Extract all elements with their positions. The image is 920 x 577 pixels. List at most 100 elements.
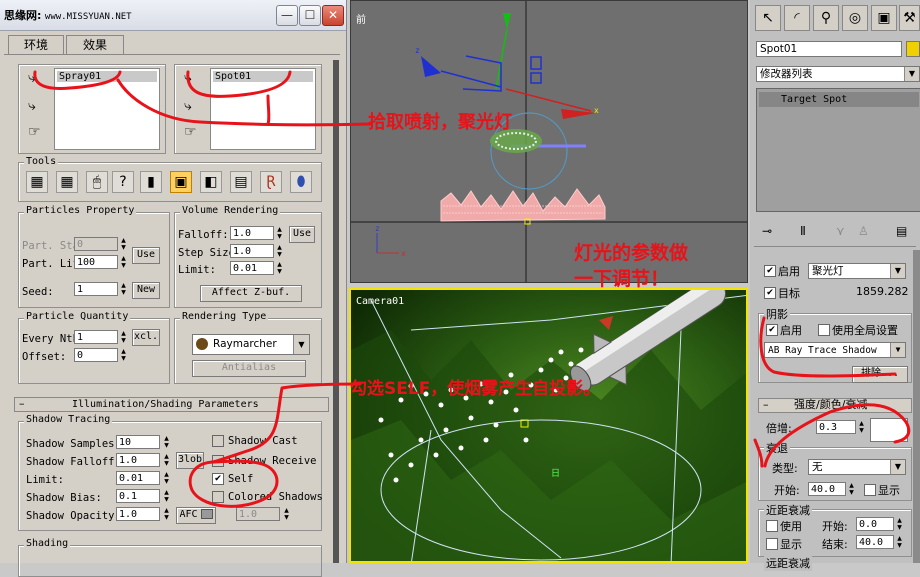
light-color-swatch[interactable] xyxy=(870,418,908,442)
use-falloff-button[interactable]: Use xyxy=(289,226,315,243)
list-item[interactable]: Spot01 xyxy=(213,71,313,82)
chevron-down-icon[interactable]: ▼ xyxy=(890,460,905,474)
shadow-type-dropdown[interactable]: AB Ray Trace Shadow ▼ xyxy=(764,342,906,358)
shadow-enable-checkbox[interactable]: ✔ xyxy=(766,324,778,336)
decay-type-dropdown[interactable]: 无 ▼ xyxy=(808,459,906,475)
step-size-input[interactable]: 1.0 xyxy=(230,244,274,258)
maximize-button[interactable]: ☐ xyxy=(299,5,321,26)
spinner[interactable]: ▲ ▼ xyxy=(162,507,171,521)
settings-icon[interactable]: ▤ xyxy=(230,171,252,193)
use-button[interactable]: Use xyxy=(132,247,160,264)
part-life-input[interactable]: 100 xyxy=(74,255,118,269)
shadow-limit-input[interactable]: 0.01 xyxy=(116,471,160,485)
frame-icon[interactable]: ◧ xyxy=(200,171,222,193)
pick-object-icon[interactable]: ⤷ xyxy=(184,70,192,86)
motion-tab-icon[interactable]: ◎ xyxy=(842,5,868,31)
modify-tab-icon[interactable]: ◜ xyxy=(784,5,810,31)
colored-shadows-checkbox[interactable] xyxy=(212,491,224,503)
camera-viewport[interactable]: 日 Camera01 xyxy=(349,288,748,563)
exclude-button[interactable]: xcl. xyxy=(132,329,160,346)
limit-input[interactable]: 0.01 xyxy=(230,261,274,275)
light-type-dropdown[interactable]: 聚光灯 ▼ xyxy=(808,263,906,279)
new-seed-button[interactable]: New xyxy=(132,282,160,299)
near-show-checkbox[interactable] xyxy=(766,538,778,550)
create-tab-icon[interactable]: ↖ xyxy=(755,5,781,31)
modifier-list-dropdown[interactable]: 修改器列表 ▼ xyxy=(756,66,920,82)
afc-button[interactable]: AFC xyxy=(176,507,216,524)
utilities-tab-icon[interactable]: ⚒ xyxy=(899,5,920,31)
shadow-falloff-input[interactable]: 1.0 xyxy=(116,453,160,467)
render-icon[interactable]: ▦ xyxy=(56,171,78,193)
self-shadow-checkbox[interactable]: ✔ xyxy=(212,473,224,485)
spinner[interactable]: ▲ ▼ xyxy=(162,489,171,503)
intensity-rollout-header[interactable]: – 强度/颜色/衰减 xyxy=(758,398,912,413)
pin-stack-icon[interactable]: ⊸ xyxy=(762,224,772,238)
near-start-input[interactable]: 0.0 xyxy=(856,517,894,531)
global-button[interactable]: 3lob xyxy=(176,452,204,469)
mouse-icon[interactable]: 🖱 xyxy=(86,171,108,193)
offset-input[interactable]: 0 xyxy=(74,348,118,362)
decay-show-checkbox[interactable] xyxy=(864,484,876,496)
light-list[interactable]: Spot01 xyxy=(210,68,316,150)
tab-effects[interactable]: 效果 xyxy=(66,35,124,55)
multiplier-input[interactable]: 0.3 xyxy=(816,420,856,434)
pick-object-icon[interactable]: ⤷ xyxy=(28,70,36,86)
part-start-input[interactable]: 0 xyxy=(74,237,118,251)
show-end-result-icon[interactable]: Ⅱ xyxy=(800,224,806,238)
falloff-input[interactable]: 1.0 xyxy=(230,226,274,240)
spinner[interactable]: ▲ ▼ xyxy=(119,237,128,251)
spinner[interactable]: ▲ ▼ xyxy=(119,282,128,296)
spinner[interactable]: ▲ ▼ xyxy=(162,453,171,467)
chevron-down-icon[interactable]: ▼ xyxy=(890,264,905,278)
hook-icon[interactable]: Ɽ xyxy=(260,171,282,193)
spinner[interactable]: ▲ ▼ xyxy=(275,261,284,275)
chevron-down-icon[interactable]: ▼ xyxy=(904,67,919,81)
illumination-rollout-header[interactable]: – Illumination/Shading Parameters xyxy=(14,397,329,412)
dialog-scrollbar[interactable] xyxy=(333,60,339,563)
shadow-cast-checkbox[interactable] xyxy=(212,435,224,447)
global-settings-checkbox[interactable] xyxy=(818,324,830,336)
help-icon[interactable]: ? xyxy=(112,171,134,193)
seed-input[interactable]: 1 xyxy=(74,282,118,296)
renderer-dropdown[interactable]: Raymarcher ▼ xyxy=(192,334,310,355)
display-tab-icon[interactable]: ▣ xyxy=(871,5,897,31)
monitor-icon[interactable]: ▣ xyxy=(170,171,192,193)
object-name-input[interactable]: Spot01 xyxy=(756,41,902,57)
render-icon[interactable]: ▦ xyxy=(26,171,48,193)
target-checkbox[interactable]: ✔ xyxy=(764,287,776,299)
list-item[interactable]: Spray01 xyxy=(57,71,157,82)
pick-object-icon[interactable]: ⤷ xyxy=(184,98,192,114)
shadow-samples-input[interactable]: 10 xyxy=(116,435,160,449)
shadow-bias-input[interactable]: 0.1 xyxy=(116,489,160,503)
light-enable-checkbox[interactable]: ✔ xyxy=(764,265,776,277)
stack-item[interactable]: Target Spot xyxy=(759,92,919,107)
shadow-receive-checkbox[interactable] xyxy=(212,455,224,467)
near-end-input[interactable]: 40.0 xyxy=(856,535,894,549)
shadow-opacity-input[interactable]: 1.0 xyxy=(116,507,160,521)
pick-object-icon[interactable]: ⤷ xyxy=(28,98,36,114)
configure-sets-icon[interactable]: ▤ xyxy=(896,224,907,238)
spray-list[interactable]: Spray01 xyxy=(54,68,160,150)
front-viewport[interactable]: 前 x z z x xyxy=(350,0,748,283)
object-color-swatch[interactable] xyxy=(906,41,920,57)
minimize-button[interactable]: — xyxy=(276,5,298,26)
spinner[interactable]: ▲ ▼ xyxy=(847,482,856,496)
close-button[interactable]: ✕ xyxy=(322,5,344,26)
spinner[interactable]: ▲ ▼ xyxy=(895,517,904,531)
near-use-checkbox[interactable] xyxy=(766,520,778,532)
pick-object-icon[interactable]: ☞ xyxy=(184,124,197,140)
bulb-icon[interactable]: ▮ xyxy=(140,171,162,193)
panel-scrollbar[interactable] xyxy=(913,250,920,563)
tab-environment[interactable]: 环境 xyxy=(8,35,64,55)
spinner[interactable]: ▲ ▼ xyxy=(119,330,128,344)
spinner[interactable]: ▲ ▼ xyxy=(275,226,284,240)
every-nth-input[interactable]: 1 xyxy=(74,330,118,344)
chevron-down-icon[interactable]: ▼ xyxy=(293,335,309,354)
comet-icon[interactable]: ⬮ xyxy=(290,171,312,193)
spinner[interactable]: ▲ ▼ xyxy=(162,471,171,485)
exclude-lights-button[interactable]: 排除... xyxy=(852,366,908,383)
spinner[interactable]: ▲ ▼ xyxy=(895,535,904,549)
hierarchy-tab-icon[interactable]: ⚲ xyxy=(813,5,839,31)
spinner[interactable]: ▲ ▼ xyxy=(119,255,128,269)
pick-object-icon[interactable]: ☞ xyxy=(28,124,41,140)
